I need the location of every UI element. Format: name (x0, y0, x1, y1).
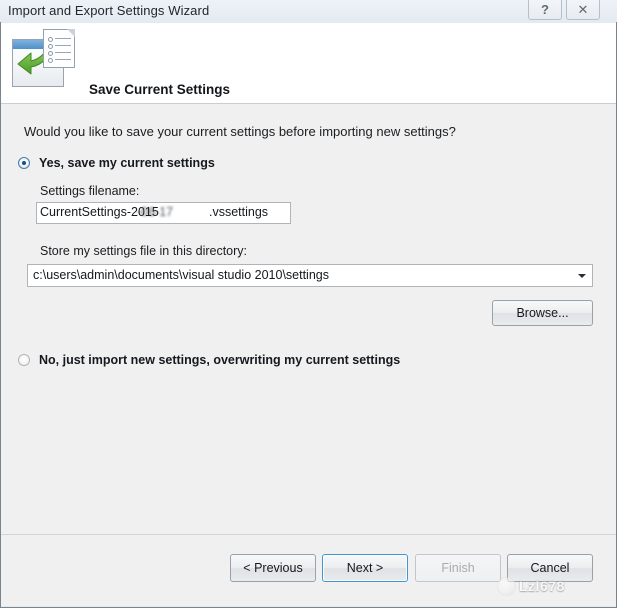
wizard-footer: < Previous Next > Finish Cancel (1, 534, 616, 606)
radio-option-yes[interactable]: Yes, save my current settings (18, 156, 215, 170)
question-mark-icon: ? (541, 2, 549, 17)
wizard-window: Import and Export Settings Wizard ? ✕ Sa… (0, 0, 617, 608)
checklist-line (55, 59, 71, 60)
next-button[interactable]: Next > (322, 554, 408, 582)
save-settings-wizard-icon (12, 29, 76, 93)
window-title: Import and Export Settings Wizard (8, 3, 210, 18)
settings-directory-value: c:\users\admin\documents\visual studio 2… (33, 268, 329, 282)
checklist-line (55, 52, 71, 53)
checklist-bullet (48, 58, 53, 63)
browse-button[interactable]: Browse... (492, 300, 593, 326)
wizard-body: Would you like to save your current sett… (1, 104, 616, 534)
cancel-button[interactable]: Cancel (507, 554, 593, 582)
settings-directory-label: Store my settings file in this directory… (40, 244, 248, 258)
radio-option-no[interactable]: No, just import new settings, overwritin… (18, 353, 400, 367)
radio-option-no-label: No, just import new settings, overwritin… (39, 353, 401, 367)
checklist-line (55, 38, 71, 39)
chevron-down-icon[interactable] (578, 274, 586, 278)
checklist-document-icon (43, 29, 75, 68)
radio-button-no[interactable] (18, 354, 30, 366)
radio-option-yes-label: Yes, save my current settings (39, 156, 215, 170)
checklist-bullet (48, 37, 53, 42)
help-button[interactable]: ? (528, 0, 562, 20)
finish-button: Finish (415, 554, 501, 582)
page-fold-corner (67, 29, 75, 37)
checklist-line (55, 45, 71, 46)
title-bar: Import and Export Settings Wizard ? ✕ (0, 0, 617, 23)
settings-directory-combobox[interactable]: c:\users\admin\documents\visual studio 2… (27, 264, 593, 287)
checklist-bullet (48, 51, 53, 56)
settings-filename-value-suffix: .vssettings (209, 205, 269, 219)
page-title: Save Current Settings (89, 82, 231, 97)
close-button[interactable]: ✕ (566, 0, 600, 20)
settings-filename-value-obscured: -06-17 (137, 205, 174, 219)
settings-filename-label: Settings filename: (40, 184, 140, 198)
radio-button-yes[interactable] (18, 157, 30, 169)
checklist-bullet (48, 44, 53, 49)
close-icon: ✕ (577, 1, 589, 17)
question-text: Would you like to save your current sett… (24, 124, 456, 139)
previous-button[interactable]: < Previous (230, 554, 316, 582)
wizard-header: Save Current Settings (1, 23, 616, 104)
